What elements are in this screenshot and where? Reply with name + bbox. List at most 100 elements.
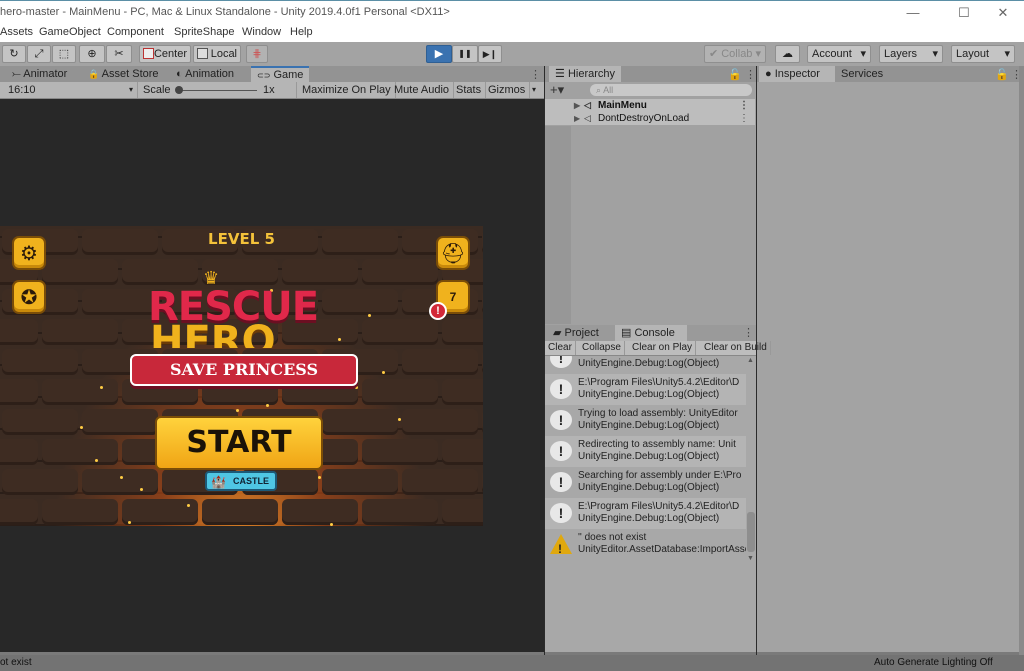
- tab-game[interactable]: ⊂⊃ Game: [251, 66, 310, 83]
- helmet-icon[interactable]: ⛑: [436, 236, 470, 270]
- grid-snap-icon[interactable]: ⋕: [246, 45, 268, 63]
- maximize-button[interactable]: ☐: [946, 3, 982, 23]
- panel-menu-icon[interactable]: ⋮: [745, 68, 756, 81]
- account-dropdown[interactable]: Account ▾: [807, 45, 871, 63]
- tab-asset-store[interactable]: 🔒 Asset Store: [82, 66, 165, 83]
- add-object-button[interactable]: +▾: [550, 82, 564, 98]
- tab-services[interactable]: Services: [835, 66, 889, 83]
- hierarchy-search-input[interactable]: ⌕ All: [590, 84, 752, 96]
- game-canvas[interactable]: LEVEL 5 ⚙ ✪ ⛑ 7 ! ♛ RESCUE HERO SAVE PRI…: [0, 226, 483, 526]
- ember-spark: [80, 426, 83, 429]
- brick: [282, 499, 358, 525]
- rect-tool-icon[interactable]: ⬚: [52, 45, 76, 63]
- status-message[interactable]: ot exist: [0, 657, 32, 668]
- console-entry[interactable]: ! Trying to load assembly: UnityEditor Uni…: [545, 405, 746, 436]
- maximize-on-play-toggle[interactable]: Maximize On Play: [298, 82, 396, 98]
- tab-inspector[interactable]: ● Inspector: [759, 66, 835, 83]
- panel-menu-icon[interactable]: ⋮: [530, 68, 541, 81]
- folder-icon: ▰: [553, 327, 562, 339]
- scroll-up-icon[interactable]: ▲: [747, 357, 754, 364]
- scale-slider[interactable]: Scale 1x: [139, 82, 297, 98]
- console-entry[interactable]: ! E:\Program Files\Unity5.4.2\Editor\D Uni…: [545, 498, 746, 529]
- castle-button[interactable]: 🏰 CASTLE: [205, 471, 277, 491]
- hierarchy-item-mainmenu[interactable]: ▶ ◁ MainMenu ⋮: [545, 99, 755, 112]
- console-entry[interactable]: ! Redirecting to assembly name: Unit Unity…: [545, 436, 746, 467]
- console-entry[interactable]: ! '' does not exist UnityEditor.AssetDatab…: [545, 529, 746, 560]
- collab-button[interactable]: ✔ Collab ▾: [704, 45, 766, 63]
- pivot-local-toggle[interactable]: Local: [193, 45, 241, 63]
- tab-animator[interactable]: ⤚ Animator: [6, 66, 73, 83]
- brick: [362, 439, 438, 465]
- expand-arrow-icon[interactable]: ▶: [574, 112, 580, 125]
- menu-gameobject[interactable]: GameObject: [39, 26, 101, 38]
- expand-arrow-icon[interactable]: ▶: [574, 99, 580, 112]
- account-label: Account: [812, 48, 852, 60]
- transform-tool-icon[interactable]: ⊕: [79, 45, 105, 63]
- aspect-dropdown[interactable]: 16:10 ▾: [0, 82, 138, 98]
- aspect-label: 16:10: [8, 84, 36, 96]
- brick: [402, 469, 478, 495]
- mute-audio-toggle[interactable]: Mute Audio: [390, 82, 455, 98]
- menu-help[interactable]: Help: [290, 26, 313, 38]
- custom-tool-icon[interactable]: ✂: [106, 45, 132, 63]
- game-toolbar: 16:10 ▾ Scale 1x Maximize On Play Mute A…: [0, 82, 544, 99]
- tab-console[interactable]: ▤ Console: [615, 325, 687, 341]
- hierarchy-tab-bar: ☰ Hierarchy 🔓 ⋮: [545, 66, 756, 83]
- settings-gear-icon[interactable]: ⚙: [12, 236, 46, 270]
- slider-handle[interactable]: [175, 86, 183, 94]
- hierarchy-item-dontdestroyonload[interactable]: ▶ ◁ DontDestroyOnLoad ⋮: [545, 112, 755, 125]
- hierarchy-item-label: MainMenu: [598, 100, 647, 111]
- pause-button[interactable]: ❚❚: [452, 45, 478, 63]
- brick: [0, 499, 38, 525]
- medal-icon[interactable]: ✪: [12, 280, 46, 314]
- tab-project[interactable]: ▰ Project: [547, 325, 605, 341]
- tab-label: Animator: [23, 68, 68, 80]
- tab-label: Animation: [185, 68, 235, 80]
- chevron-down-icon: ▾: [128, 85, 133, 94]
- minimize-button[interactable]: —: [895, 3, 931, 23]
- animator-icon: ⤚: [12, 68, 21, 80]
- window-title: hero-master - MainMenu - PC, Mac & Linux…: [0, 6, 450, 18]
- console-scrollbar-thumb[interactable]: [747, 512, 755, 552]
- scroll-down-icon[interactable]: ▼: [747, 555, 754, 562]
- layout-dropdown[interactable]: Layout ▾: [951, 45, 1015, 63]
- close-button[interactable]: ✕: [985, 3, 1021, 23]
- menu-assets[interactable]: Assets: [0, 26, 33, 38]
- gizmos-toggle[interactable]: Gizmos: [484, 82, 531, 98]
- menu-spriteshape[interactable]: SpriteShape: [174, 26, 235, 38]
- ember-spark: [100, 386, 103, 389]
- gizmos-dropdown-icon[interactable]: ▾: [528, 82, 540, 98]
- item-menu-icon[interactable]: ⋮: [739, 112, 749, 125]
- tab-hierarchy[interactable]: ☰ Hierarchy: [549, 66, 622, 83]
- layers-dropdown[interactable]: Layers ▾: [879, 45, 943, 63]
- tab-animation[interactable]: ◐ Animation: [170, 66, 240, 83]
- scene-tab-bar: ⤚ Animator 🔒 Asset Store ◐ Animation ⊂⊃ …: [0, 66, 544, 83]
- start-button[interactable]: START: [155, 416, 323, 470]
- chevron-down-icon: ▾: [860, 48, 866, 60]
- step-button[interactable]: ▶❙: [478, 45, 502, 63]
- brick: [122, 259, 198, 285]
- lock-icon[interactable]: 🔓: [995, 68, 1009, 81]
- console-entry[interactable]: ! Searching for assembly under E:\ProUnit…: [545, 467, 746, 498]
- pivot-center-toggle[interactable]: Center: [139, 45, 191, 63]
- collapse-button[interactable]: Collapse: [579, 341, 625, 355]
- brick: [82, 409, 158, 435]
- brick: [402, 349, 478, 375]
- console-entry[interactable]: ! E:\Program Files\Unity5.4.2\Editor\D Uni…: [545, 374, 746, 405]
- animation-icon: ◐: [176, 68, 183, 80]
- menu-component[interactable]: Component: [107, 26, 164, 38]
- clear-on-play-button[interactable]: Clear on Play: [629, 341, 697, 355]
- clear-button[interactable]: Clear: [545, 341, 576, 355]
- brick: [42, 499, 118, 525]
- menu-bar: Assets GameObject Component SpriteShape …: [0, 24, 1024, 42]
- panel-menu-icon[interactable]: ⋮: [743, 326, 754, 339]
- menu-window[interactable]: Window: [242, 26, 281, 38]
- scale-tool-icon[interactable]: ⤢: [27, 45, 51, 63]
- play-button[interactable]: ▶: [426, 45, 452, 63]
- lock-icon[interactable]: 🔓: [728, 68, 742, 81]
- cloud-icon[interactable]: ☁: [775, 45, 800, 63]
- rotate-tool-icon[interactable]: ↻: [2, 45, 26, 63]
- stats-toggle[interactable]: Stats: [452, 82, 487, 98]
- item-menu-icon[interactable]: ⋮: [739, 99, 749, 112]
- clear-on-build-button[interactable]: Clear on Build: [701, 341, 771, 355]
